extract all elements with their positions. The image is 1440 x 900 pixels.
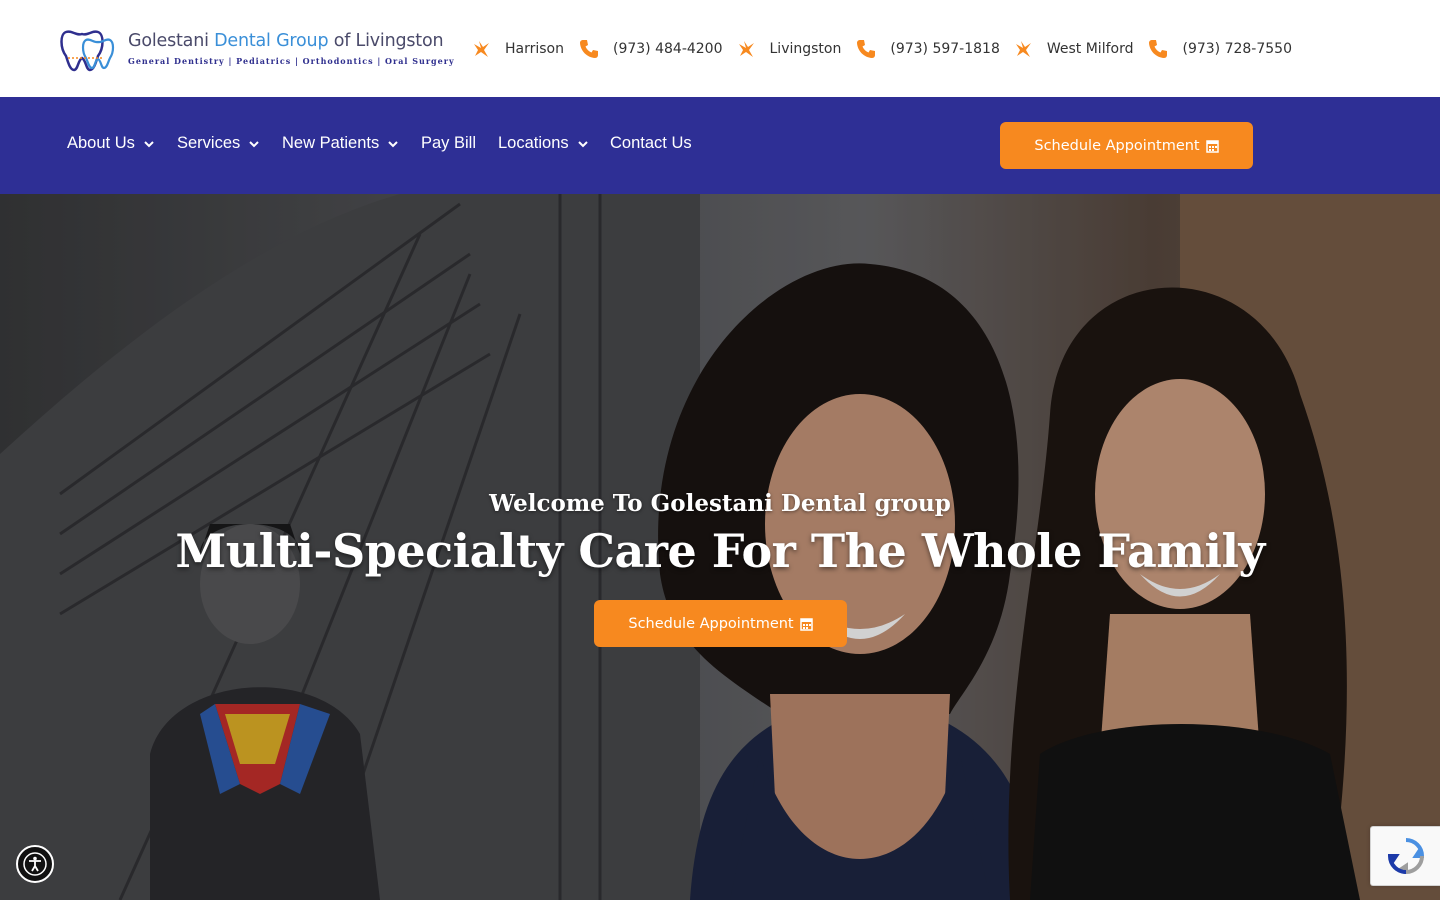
nav-item-locations[interactable]: Locations <box>498 134 588 153</box>
calendar-icon <box>1205 139 1219 153</box>
map-pin-icon <box>474 41 489 57</box>
hero-schedule-appointment-button[interactable]: Schedule Appointment <box>594 600 847 647</box>
nav-item-label: Services <box>177 134 241 152</box>
nav-item-services[interactable]: Services <box>177 134 259 153</box>
recaptcha-icon <box>1387 838 1424 875</box>
recaptcha-badge[interactable] <box>1370 826 1440 886</box>
phone-number: (973) 597-1818 <box>890 41 1000 57</box>
brand-title: Golestani Dental Group of Livingston <box>128 31 444 51</box>
location-name: Livingston <box>769 41 842 57</box>
calendar-icon <box>799 617 813 631</box>
phone-number: (973) 728-7550 <box>1182 41 1292 57</box>
location-name: Harrison <box>505 41 564 57</box>
location-link-west-milford[interactable]: West Milford <box>1012 38 1134 60</box>
hero-welcome-text: Welcome To Golestani Dental group <box>489 490 951 517</box>
nav-item-label: About Us <box>67 134 135 152</box>
nav-item-contact-us[interactable]: Contact Us <box>610 134 692 153</box>
nav-item-about-us[interactable]: About Us <box>67 134 154 153</box>
chevron-down-icon <box>388 140 398 147</box>
map-pin-icon <box>738 41 754 57</box>
chevron-down-icon <box>249 140 259 147</box>
nav-item-pay-bill[interactable]: Pay Bill <box>421 134 476 153</box>
nav-item-label: Locations <box>498 134 569 152</box>
schedule-appointment-button[interactable]: Schedule Appointment <box>1000 122 1253 169</box>
phone-link-livingston[interactable]: (973) 597-1818 <box>855 38 1000 60</box>
chevron-down-icon <box>577 140 588 147</box>
location-contacts: Harrison (973) 484-4200 Livingston (973)… <box>470 37 1304 61</box>
brand-tagline: General Dentistry | Pediatrics | Orthodo… <box>128 56 455 66</box>
hero-title: Multi-Specialty Care For The Whole Famil… <box>175 524 1265 578</box>
nav-item-label: New Patients <box>282 134 380 152</box>
phone-link-west-milford[interactable]: (973) 728-7550 <box>1147 38 1292 60</box>
phone-icon <box>580 40 598 58</box>
location-link-harrison[interactable]: Harrison <box>470 38 564 60</box>
accessibility-button[interactable] <box>16 845 54 883</box>
accessibility-icon <box>23 852 47 876</box>
nav-item-new-patients[interactable]: New Patients <box>282 134 398 153</box>
brand-title-part2: Dental Group <box>214 31 329 51</box>
button-label: Schedule Appointment <box>628 615 794 632</box>
phone-icon <box>1149 40 1168 58</box>
phone-link-harrison[interactable]: (973) 484-4200 <box>578 38 723 60</box>
nav-item-label: Contact Us <box>610 134 692 152</box>
map-pin-icon <box>1015 41 1031 57</box>
tooth-logo-icon <box>60 30 115 72</box>
location-name: West Milford <box>1046 41 1134 57</box>
brand-title-part3: of Livingston <box>328 31 444 51</box>
phone-number: (973) 484-4200 <box>613 41 723 57</box>
brand-logo[interactable]: Golestani Dental Group of Livingston Gen… <box>58 22 454 74</box>
top-header: Golestani Dental Group of Livingston Gen… <box>0 0 1440 97</box>
phone-icon <box>857 40 876 58</box>
brand-title-part1: Golestani <box>128 31 215 51</box>
location-link-livingston[interactable]: Livingston <box>735 38 842 60</box>
hero-section: Welcome To Golestani Dental group Multi-… <box>0 194 1440 900</box>
button-label: Schedule Appointment <box>1034 137 1200 154</box>
nav-item-label: Pay Bill <box>421 134 477 152</box>
chevron-down-icon <box>144 140 154 147</box>
